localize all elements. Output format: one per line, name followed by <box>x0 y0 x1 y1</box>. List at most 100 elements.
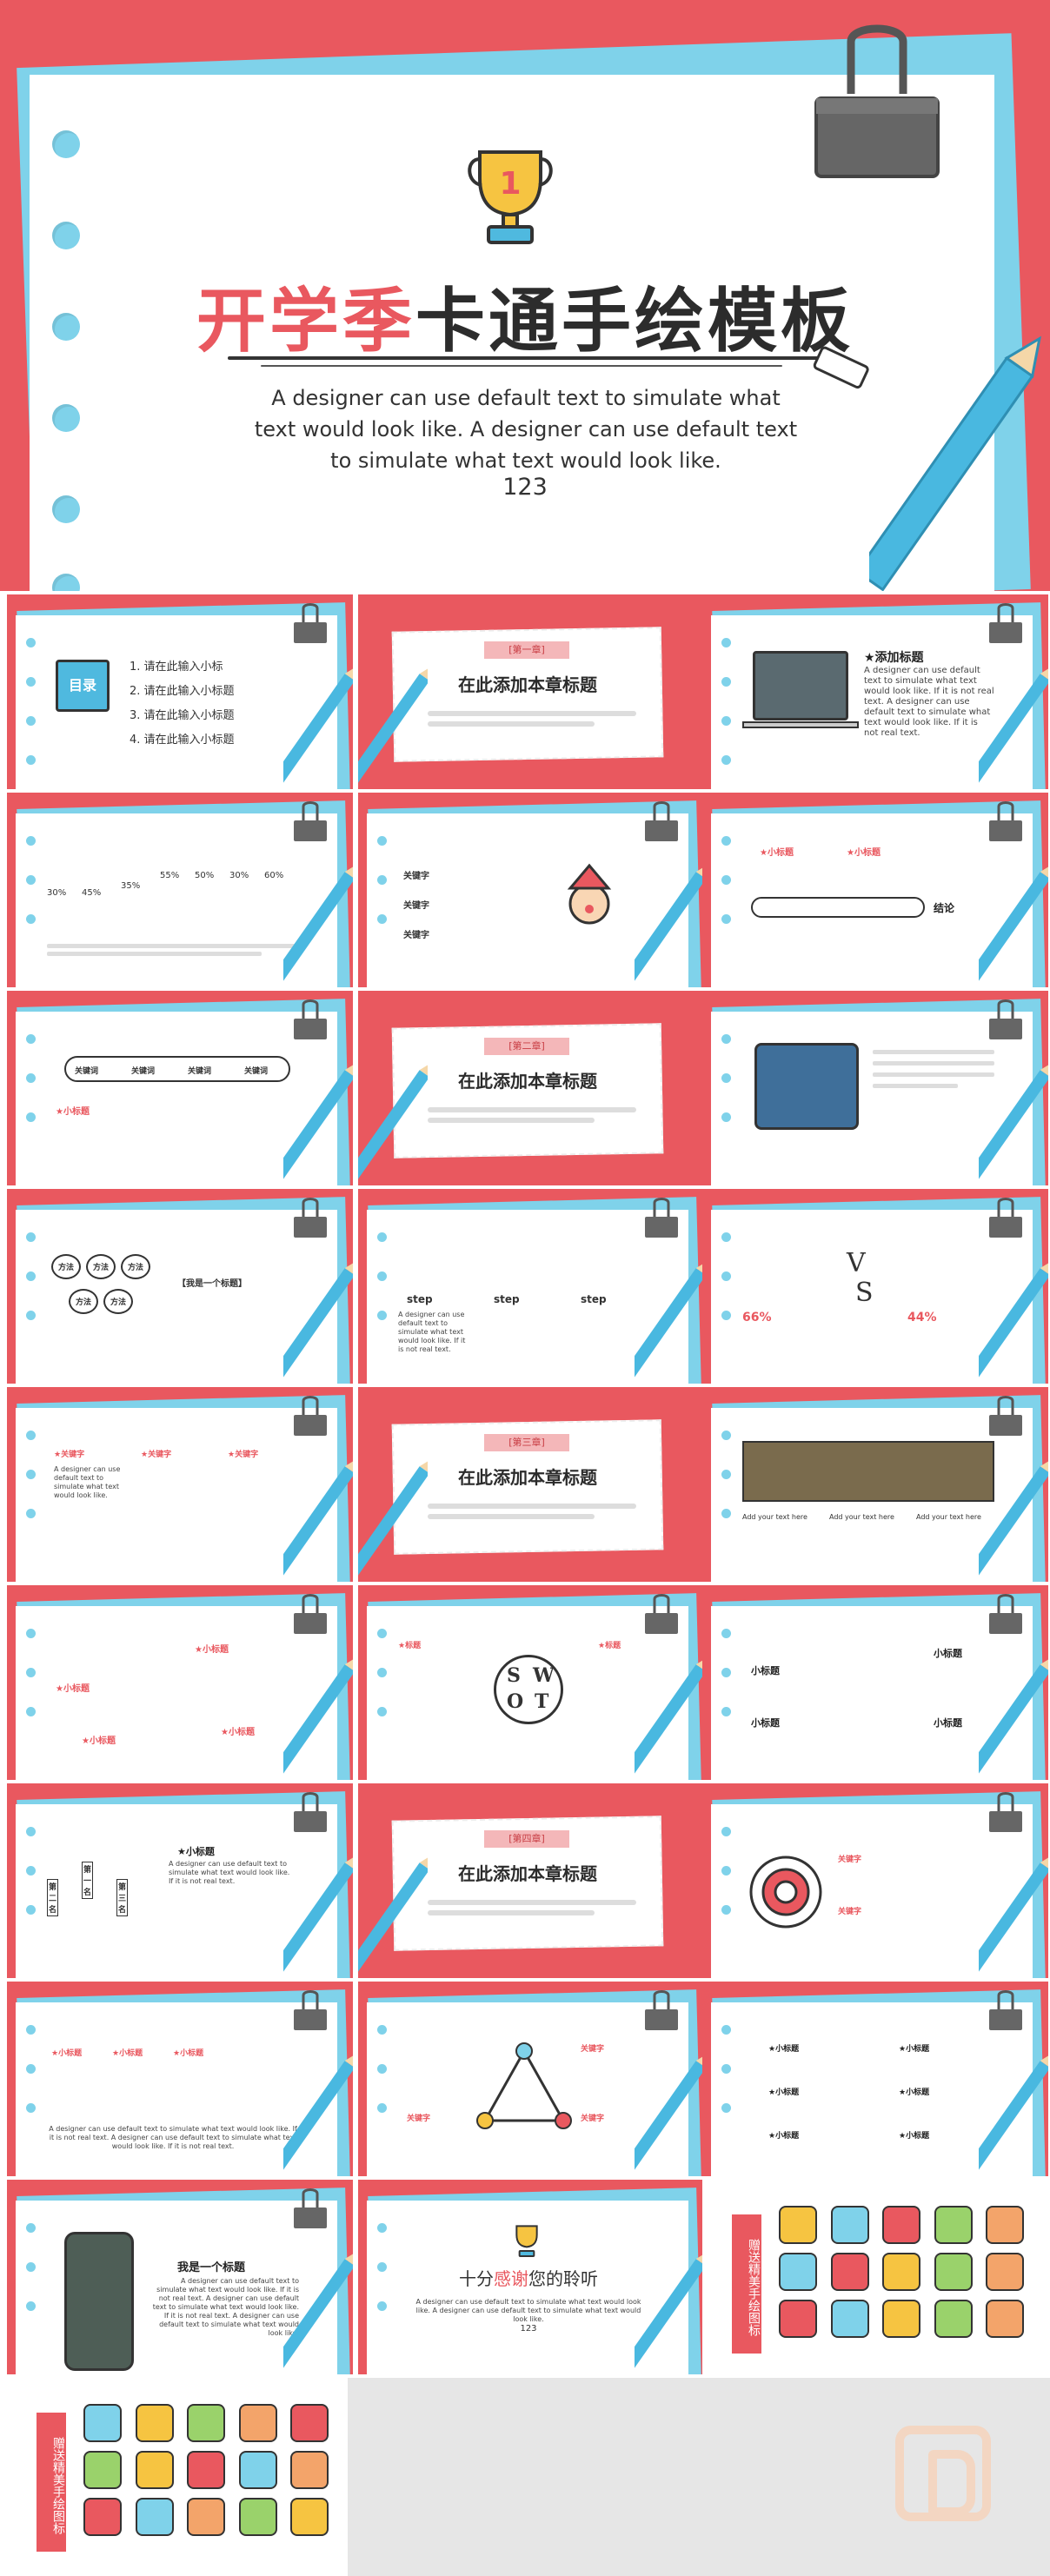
binder-clip-icon <box>989 1990 1022 2030</box>
slide-percent[interactable]: 30% 45% 35% 55% 50% 30% 60% <box>7 793 353 987</box>
flags-small-title: 小标题 <box>934 1717 962 1729</box>
pencil-icon <box>979 666 1048 789</box>
binder-clip-icon <box>645 1594 678 1634</box>
slide-phones[interactable]: ★关键字 ★关键字 ★关键字 A designer can use defaul… <box>7 1387 353 1582</box>
keyword-label: 关键字 <box>403 901 429 911</box>
slide-jester[interactable]: 关键字 关键字 关键字 <box>358 793 704 987</box>
bus-icon <box>830 2253 869 2291</box>
versus-s: S <box>855 1278 874 1308</box>
photo-banner <box>742 1441 994 1502</box>
bowl-icon <box>83 2404 122 2442</box>
slide-flags[interactable]: 小标题 小标题 小标题 小标题 <box>702 1585 1048 1780</box>
slide-toc[interactable]: 目录 1. 请在此输入小标 2. 请在此输入小标题 3. 请在此输入小标题 4.… <box>7 594 353 789</box>
slide-free-icons-2[interactable]: 赠送精美手绘图标 <box>7 2378 353 2576</box>
pencil-icon <box>283 864 353 987</box>
slide-phone-photo[interactable]: 我是一个标题 A designer can use default text t… <box>7 2180 353 2374</box>
pencil-icon <box>358 666 428 789</box>
pencil-icon <box>979 1855 1048 1978</box>
slide-triangle[interactable]: 关键字 关键字 关键字 <box>358 1982 704 2176</box>
arrow-body: A designer can use default text to simul… <box>49 2125 297 2150</box>
toc-item[interactable]: 4. 请在此输入小标题 <box>130 728 235 753</box>
flags-small-title: 小标题 <box>934 1648 962 1659</box>
phone-photo-heading: 我是一个标题 <box>177 2261 246 2274</box>
flow-line <box>751 897 925 918</box>
versus-left-percent: 66% <box>742 1311 772 1325</box>
slide-chapter-1[interactable]: [第一章] 在此添加本章标题 <box>358 594 704 789</box>
toc-item[interactable]: 2. 请在此输入小标题 <box>130 680 235 704</box>
binder-clip-icon <box>989 603 1022 643</box>
triangle-cycle-icon <box>476 2042 572 2129</box>
binder-clip-icon <box>294 1990 327 2030</box>
cap-icon <box>882 2300 921 2338</box>
empty-grid-area <box>348 2378 1050 2576</box>
castle-icon <box>934 2206 973 2244</box>
chapter-title: 在此添加本章标题 <box>458 1863 597 1884</box>
slide-swot[interactable]: S W O T ★标题 ★标题 <box>358 1585 704 1780</box>
slide-versus[interactable]: V S 66% 44% <box>702 1189 1048 1384</box>
tablet-icon <box>986 2300 1025 2338</box>
keyword-label: 关键字 <box>403 872 429 881</box>
lamp-icon <box>290 2404 329 2442</box>
slide-monitor[interactable] <box>702 991 1048 1185</box>
monitor-screen <box>754 1043 859 1130</box>
toc-item[interactable]: 3. 请在此输入小标题 <box>130 704 235 728</box>
slide-gears[interactable]: 方法 方法 方法 方法 方法 【我是一个标题】 <box>7 1189 353 1384</box>
binder-clip-icon <box>989 1594 1022 1634</box>
pencil-icon <box>283 2251 353 2374</box>
versus-v: V <box>847 1248 866 1278</box>
target-keyword: 关键字 <box>838 1908 862 1916</box>
slide-laptop[interactable]: ★添加标题 A designer can use default text to… <box>702 594 1048 789</box>
pencil-icon <box>283 1062 353 1185</box>
slide-steps[interactable]: step step step A designer can use defaul… <box>358 1189 704 1384</box>
binder-clip-icon <box>294 1396 327 1436</box>
book-icon <box>830 2206 869 2244</box>
pencil-icon <box>635 2053 704 2176</box>
watermark-logo-icon <box>895 2426 991 2521</box>
slide-chapter-2[interactable]: [第二章] 在此添加本章标题 <box>358 991 704 1185</box>
toc-list: 1. 请在此输入小标 2. 请在此输入小标题 3. 请在此输入小标题 4. 请在… <box>130 655 235 753</box>
slide-target[interactable]: 关键字 关键字 <box>702 1783 1048 1978</box>
slide-iconlist[interactable]: ★小标题 ★小标题 ★小标题 ★小标题 ★小标题 ★小标题 <box>702 1982 1048 2176</box>
target-keyword: 关键字 <box>838 1856 862 1864</box>
slide-pencil[interactable]: ★小标题 ★小标题 ★小标题 ★小标题 <box>7 1585 353 1780</box>
binder-clip-icon <box>989 1198 1022 1238</box>
step-body: A designer can use default text to simul… <box>398 1311 466 1353</box>
keyword-list: 关键字 关键字 关键字 <box>403 862 429 951</box>
slide-thanks[interactable]: 十分感谢您的聆听 A designer can use default text… <box>358 2180 704 2374</box>
chapter-tag: [第三章] <box>484 1434 569 1451</box>
thanks-number: 123 <box>520 2324 537 2334</box>
slide-keywords[interactable]: 关键词 关键词 关键词 关键词 ★小标题 <box>7 991 353 1185</box>
binder-clip-icon <box>294 2188 327 2228</box>
phone-body: A designer can use default text to simul… <box>54 1465 121 1499</box>
target-icon <box>187 2451 226 2489</box>
slide-pyramid[interactable]: 第一名 第二名 第三名 ★小标题 A designer can use defa… <box>7 1783 353 1978</box>
title-underline-2 <box>261 365 782 367</box>
versus-right-percent: 44% <box>907 1311 937 1325</box>
triangle-keyword: 关键字 <box>407 2115 431 2123</box>
slide-photo-list[interactable]: Add your text here Add your text here Ad… <box>702 1387 1048 1582</box>
slide-chapter-3[interactable]: [第三章] 在此添加本章标题 <box>358 1387 704 1582</box>
slide-flow[interactable]: ★小标题 ★小标题 结论 <box>702 793 1048 987</box>
pyramid-body: A designer can use default text to simul… <box>169 1860 290 1885</box>
jester-icon <box>882 2253 921 2291</box>
map-icon <box>83 2498 122 2536</box>
free-icon-grid <box>83 2404 336 2536</box>
lantern-icon <box>779 2300 817 2338</box>
keyword-label: 关键字 <box>403 931 429 940</box>
slide-arrow[interactable]: ★小标题 ★小标题 ★小标题 A designer can use defaul… <box>7 1982 353 2176</box>
hero-slide: 1 开学季卡通手绘模板 A designer can use default t… <box>0 0 1050 591</box>
bottle-icon <box>83 2451 122 2489</box>
toys-icon <box>779 2253 817 2291</box>
keyword-cloud: 关键词 关键词 关键词 关键词 <box>64 1056 290 1082</box>
totem-icon <box>135 2404 174 2442</box>
pencil-icon <box>358 1855 428 1978</box>
pencil-icon <box>979 1656 1048 1780</box>
phone-frame <box>64 2232 134 2371</box>
pencil-icon <box>979 864 1048 987</box>
toc-item[interactable]: 1. 请在此输入小标 <box>130 655 235 680</box>
phone-keyword: ★关键字 <box>141 1451 172 1459</box>
pencil-icon <box>283 2053 353 2176</box>
slide-free-icons-1[interactable]: 赠送精美手绘图标 <box>702 2180 1048 2374</box>
slide-chapter-4[interactable]: [第四章] 在此添加本章标题 <box>358 1783 704 1978</box>
pencil-icon <box>635 864 704 987</box>
